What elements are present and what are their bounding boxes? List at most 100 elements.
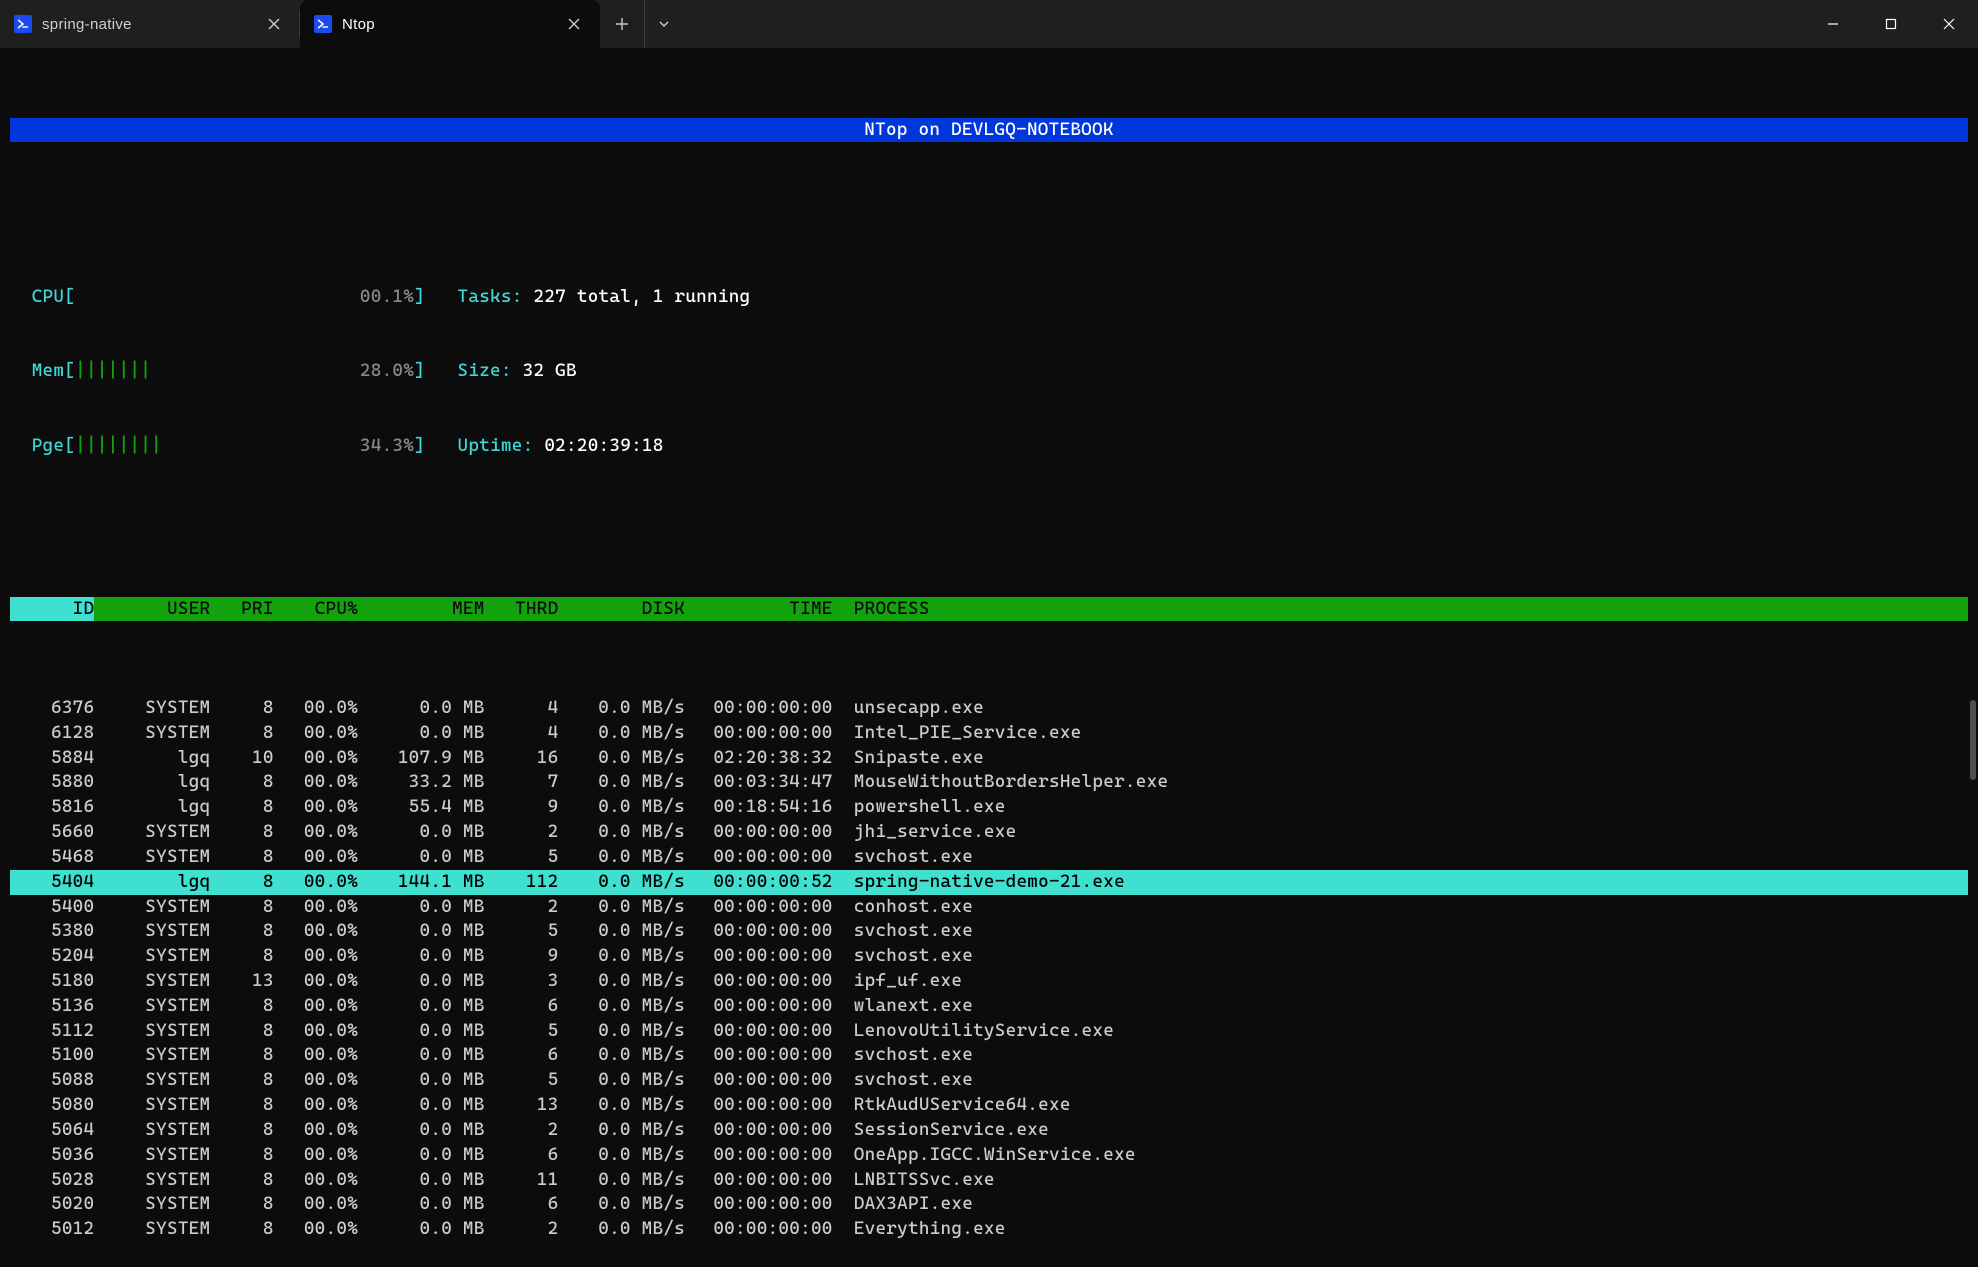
process-row[interactable]: 5880lgq800.0%33.2 MB70.0 MB/s00:03:34:47…: [10, 770, 1968, 795]
process-row[interactable]: 5136SYSTEM800.0%0.0 MB60.0 MB/s00:00:00:…: [10, 994, 1968, 1019]
col-disk[interactable]: DISK: [558, 597, 685, 622]
process-row[interactable]: 5204SYSTEM800.0%0.0 MB90.0 MB/s00:00:00:…: [10, 944, 1968, 969]
cell-id: 5400: [10, 895, 94, 920]
cell-user: SYSTEM: [94, 1019, 210, 1044]
col-time[interactable]: TIME: [685, 597, 833, 622]
process-row[interactable]: 5180SYSTEM1300.0%0.0 MB30.0 MB/s00:00:00…: [10, 969, 1968, 994]
cell-mem: 107.9 MB: [358, 746, 485, 771]
process-row[interactable]: 5064SYSTEM800.0%0.0 MB20.0 MB/s00:00:00:…: [10, 1118, 1968, 1143]
process-row[interactable]: 5884lgq1000.0%107.9 MB160.0 MB/s02:20:38…: [10, 746, 1968, 771]
tab-ntop[interactable]: Ntop: [300, 0, 600, 48]
mem-pct: 28.0%: [360, 359, 414, 384]
cell-pri: 8: [210, 770, 273, 795]
col-proc[interactable]: PROCESS: [833, 597, 1968, 622]
cell-pri: 8: [210, 1168, 273, 1193]
cell-user: SYSTEM: [94, 969, 210, 994]
process-row[interactable]: 5012SYSTEM800.0%0.0 MB20.0 MB/s00:00:00:…: [10, 1217, 1968, 1242]
cell-time: 00:00:00:00: [685, 895, 833, 920]
process-row[interactable]: 6376SYSTEM800.0%0.0 MB40.0 MB/s00:00:00:…: [10, 696, 1968, 721]
col-user[interactable]: USER: [94, 597, 210, 622]
cell-pri: 13: [210, 969, 273, 994]
scrollbar-thumb[interactable]: [1970, 700, 1976, 780]
cell-cpu: 00.0%: [274, 1093, 358, 1118]
process-table-header[interactable]: ID USER PRI CPU% MEM THRD DISK TIME PROC…: [10, 597, 1968, 622]
cell-time: 00:00:00:00: [685, 919, 833, 944]
process-row[interactable]: 5028SYSTEM800.0%0.0 MB110.0 MB/s00:00:00…: [10, 1168, 1968, 1193]
cell-time: 00:00:00:00: [685, 969, 833, 994]
process-row[interactable]: 5088SYSTEM800.0%0.0 MB50.0 MB/s00:00:00:…: [10, 1068, 1968, 1093]
cell-user: SYSTEM: [94, 1068, 210, 1093]
terminal-content[interactable]: NTop on DEVLGQ-NOTEBOOK CPU[00.1%] Tasks…: [0, 48, 1978, 1267]
process-row[interactable]: 5080SYSTEM800.0%0.0 MB130.0 MB/s00:00:00…: [10, 1093, 1968, 1118]
cell-id: 5180: [10, 969, 94, 994]
window-minimize-button[interactable]: [1804, 0, 1862, 48]
cell-time: 00:00:00:00: [685, 820, 833, 845]
cell-proc: Intel_PIE_Service.exe: [833, 721, 1968, 746]
process-row[interactable]: 5112SYSTEM800.0%0.0 MB50.0 MB/s00:00:00:…: [10, 1019, 1968, 1044]
col-thrd[interactable]: THRD: [485, 597, 559, 622]
cell-proc: conhost.exe: [833, 895, 1968, 920]
cell-thrd: 5: [485, 1019, 559, 1044]
cell-thrd: 5: [485, 845, 559, 870]
chevron-down-icon: [658, 18, 670, 30]
cell-user: SYSTEM: [94, 919, 210, 944]
process-row[interactable]: 5816lgq800.0%55.4 MB90.0 MB/s00:18:54:16…: [10, 795, 1968, 820]
cpu-pct: 00.1%: [360, 285, 414, 310]
tab-close-button[interactable]: [262, 12, 286, 36]
tab-spring-native[interactable]: spring-native: [0, 0, 300, 48]
cell-thrd: 5: [485, 1068, 559, 1093]
cell-thrd: 11: [485, 1168, 559, 1193]
cell-disk: 0.0 MB/s: [558, 994, 685, 1019]
cpu-bars: [75, 285, 360, 310]
cell-pri: 8: [210, 1118, 273, 1143]
cell-time: 00:00:00:52: [685, 870, 833, 895]
cell-user: SYSTEM: [94, 944, 210, 969]
cell-thrd: 6: [485, 1043, 559, 1068]
window-maximize-button[interactable]: [1862, 0, 1920, 48]
process-row[interactable]: 5660SYSTEM800.0%0.0 MB20.0 MB/s00:00:00:…: [10, 820, 1968, 845]
cell-disk: 0.0 MB/s: [558, 870, 685, 895]
cell-thrd: 2: [485, 820, 559, 845]
cell-mem: 0.0 MB: [358, 1019, 485, 1044]
window-close-button[interactable]: [1920, 0, 1978, 48]
cell-proc: Everything.exe: [833, 1217, 1968, 1242]
tab-close-button[interactable]: [562, 12, 586, 36]
powershell-icon: [314, 15, 332, 33]
cell-pri: 8: [210, 820, 273, 845]
cell-user: SYSTEM: [94, 1192, 210, 1217]
process-row[interactable]: 5400SYSTEM800.0%0.0 MB20.0 MB/s00:00:00:…: [10, 895, 1968, 920]
cell-id: 5012: [10, 1217, 94, 1242]
pge-meter: Pge[||||||||34.3%] Uptime: 02:20:39:18: [10, 434, 1968, 459]
cell-thrd: 5: [485, 919, 559, 944]
process-row[interactable]: 5468SYSTEM800.0%0.0 MB50.0 MB/s00:00:00:…: [10, 845, 1968, 870]
process-row[interactable]: 5100SYSTEM800.0%0.0 MB60.0 MB/s00:00:00:…: [10, 1043, 1968, 1068]
cell-proc: jhi_service.exe: [833, 820, 1968, 845]
process-row[interactable]: 5036SYSTEM800.0%0.0 MB60.0 MB/s00:00:00:…: [10, 1143, 1968, 1168]
process-row[interactable]: 5020SYSTEM800.0%0.0 MB60.0 MB/s00:00:00:…: [10, 1192, 1968, 1217]
cell-time: 00:00:00:00: [685, 1143, 833, 1168]
cell-mem: 0.0 MB: [358, 895, 485, 920]
cell-pri: 8: [210, 1143, 273, 1168]
col-id[interactable]: ID: [10, 597, 94, 622]
cell-proc: svchost.exe: [833, 845, 1968, 870]
cell-user: SYSTEM: [94, 895, 210, 920]
system-meters: CPU[00.1%] Tasks: 227 total, 1 running M…: [10, 235, 1968, 508]
col-pri[interactable]: PRI: [210, 597, 273, 622]
cell-id: 5080: [10, 1093, 94, 1118]
col-cpu[interactable]: CPU%: [274, 597, 358, 622]
process-row[interactable]: 5404lgq800.0%144.1 MB1120.0 MB/s00:00:00…: [10, 870, 1968, 895]
cell-disk: 0.0 MB/s: [558, 1068, 685, 1093]
tab-label: Ntop: [342, 16, 552, 33]
new-tab-button[interactable]: [600, 0, 644, 48]
cell-thrd: 112: [485, 870, 559, 895]
tab-dropdown-button[interactable]: [644, 0, 682, 48]
cell-id: 5380: [10, 919, 94, 944]
cell-disk: 0.0 MB/s: [558, 770, 685, 795]
cell-cpu: 00.0%: [274, 721, 358, 746]
process-row[interactable]: 6128SYSTEM800.0%0.0 MB40.0 MB/s00:00:00:…: [10, 721, 1968, 746]
uptime-label: Uptime:: [458, 434, 534, 459]
mem-meter: Mem[|||||||28.0%] Size: 32 GB: [10, 359, 1968, 384]
col-mem[interactable]: MEM: [358, 597, 485, 622]
cell-proc: svchost.exe: [833, 919, 1968, 944]
process-row[interactable]: 5380SYSTEM800.0%0.0 MB50.0 MB/s00:00:00:…: [10, 919, 1968, 944]
